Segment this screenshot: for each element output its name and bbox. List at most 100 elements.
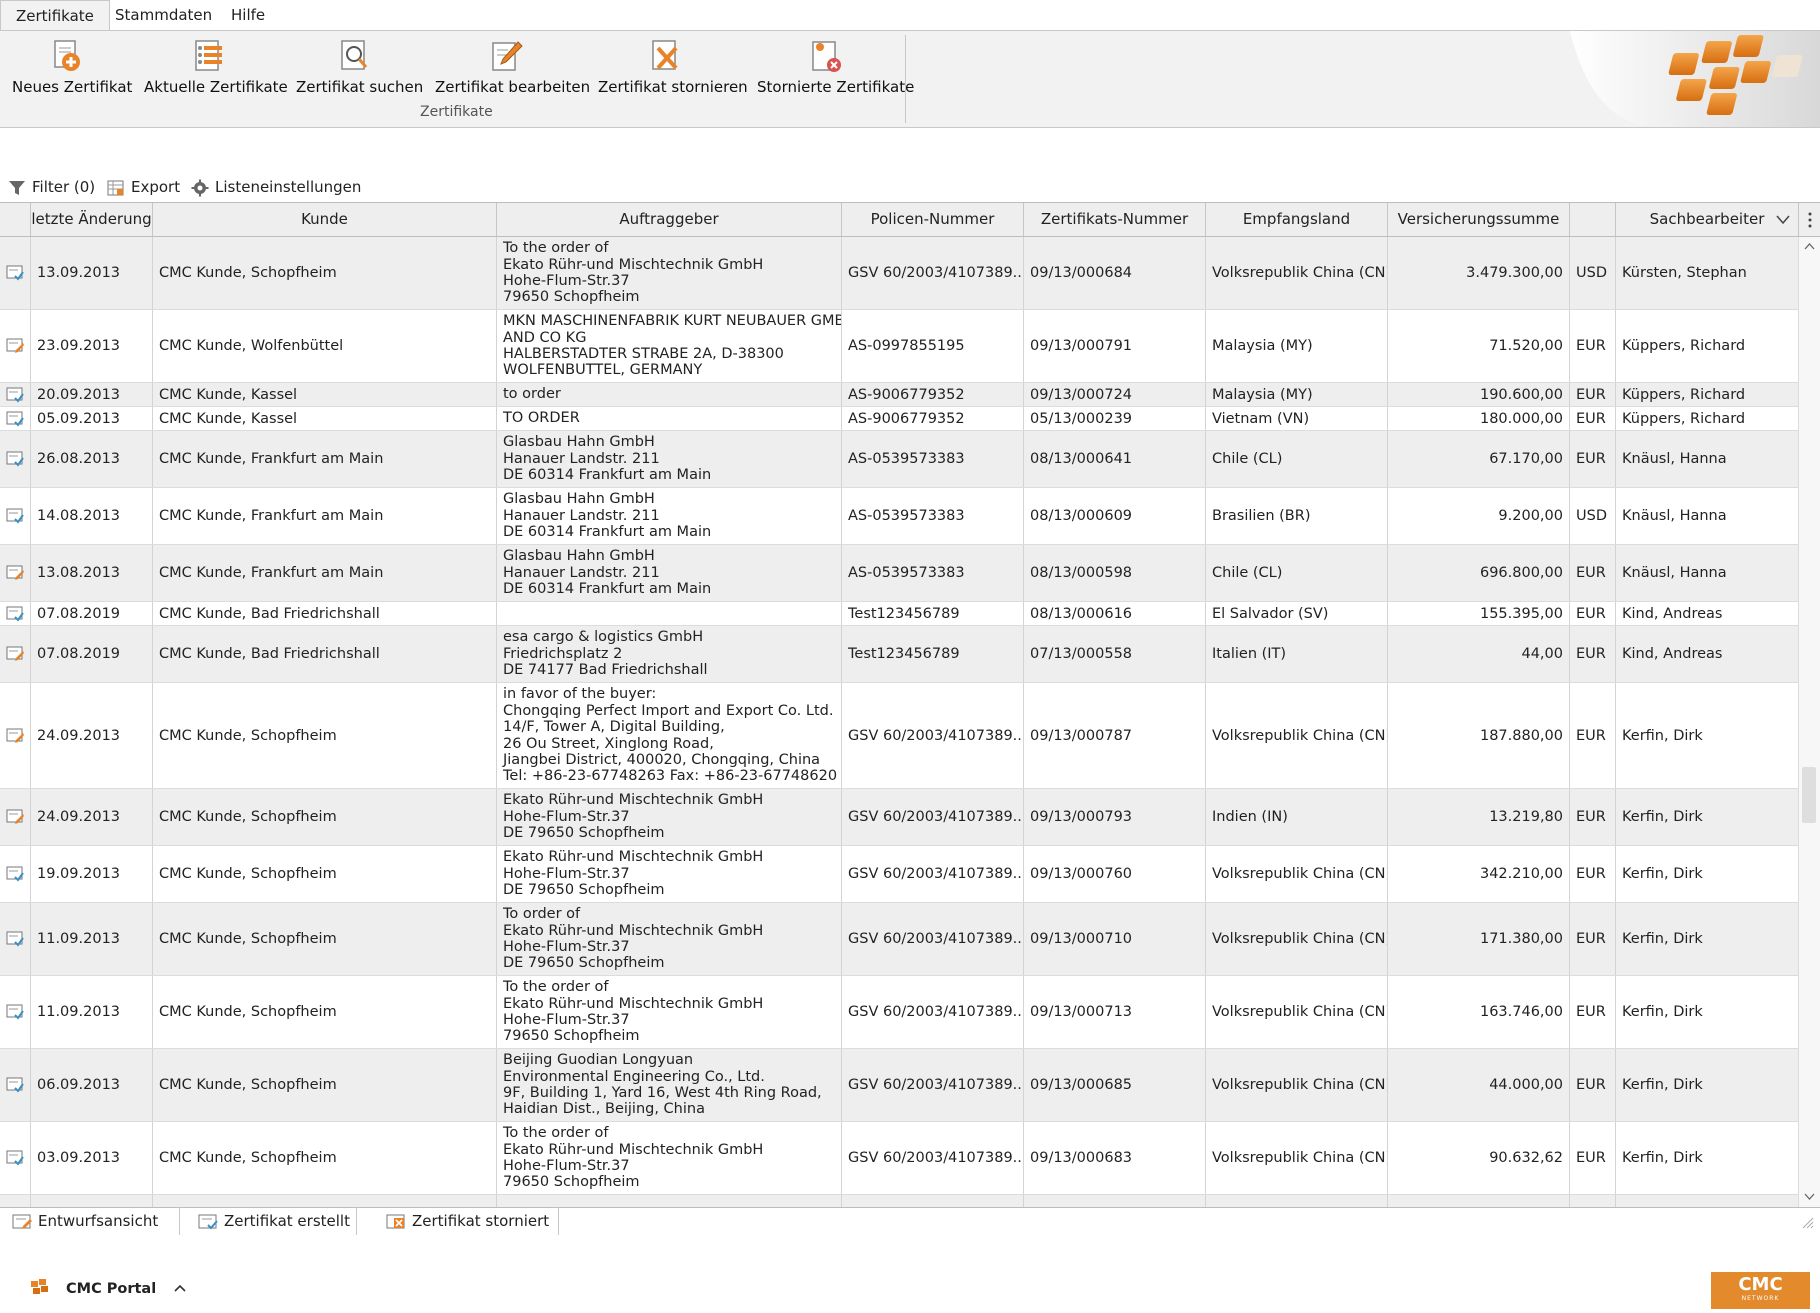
draft-icon bbox=[0, 545, 31, 601]
header-empfangsland[interactable]: Empfangsland bbox=[1206, 203, 1388, 236]
footer: CMC Portal CMC NETWORK bbox=[0, 1260, 1820, 1313]
cell-empfangsland bbox=[1206, 1195, 1388, 1207]
cell-sachbearbeiter: Knäusl, Hanna bbox=[1616, 431, 1799, 487]
table-row[interactable]: 11.09.2013 CMC Kunde, Schopfheim To order … bbox=[0, 903, 1799, 976]
cell-kunde: CMC Kunde, Frankfurt am Main bbox=[153, 488, 497, 544]
cell-kunde: CMC Kunde, Schopfheim bbox=[153, 683, 497, 788]
cell-zertifikats-nummer: 09/13/000685 bbox=[1024, 1049, 1206, 1121]
table-row[interactable]: 26.08.2013 CMC Kunde, Frankfurt am Main Gl… bbox=[0, 431, 1799, 488]
cell-sachbearbeiter: Kerfin, Dirk bbox=[1616, 789, 1799, 845]
legend-entwurfsansicht[interactable]: Entwurfsansicht bbox=[0, 1207, 180, 1235]
cell-kunde: CMC Kunde, Schopfheim bbox=[153, 976, 497, 1048]
cell-versicherungssumme: 190.600,00 bbox=[1388, 383, 1570, 406]
header-sachbearbeiter-label: Sachbearbeiter bbox=[1649, 210, 1765, 228]
table-row[interactable]: 03.09.2013 CMC Kunde, Schopfheim To the or… bbox=[0, 1122, 1799, 1195]
edit-certificate-button[interactable]: Zertifikat bearbeiten bbox=[435, 34, 590, 100]
sort-chevron-down-icon[interactable] bbox=[1776, 214, 1790, 226]
cell-zertifikats-nummer: 09/13/000683 bbox=[1024, 1122, 1206, 1194]
new-certificate-button[interactable]: Neues Zertifikat bbox=[12, 34, 132, 100]
cell-waehrung: EUR bbox=[1570, 431, 1616, 487]
header-kunde[interactable]: Kunde bbox=[153, 203, 497, 236]
export-button[interactable]: Export bbox=[107, 174, 180, 200]
table-row[interactable]: 13.08.2013 CMC Kunde, Frankfurt am Main Gl… bbox=[0, 545, 1799, 602]
cell-letzte-aenderung: 06.09.2013 bbox=[31, 1049, 153, 1121]
cell-zertifikats-nummer: 07/13/000558 bbox=[1024, 626, 1206, 682]
header-letzte-aenderung[interactable]: letzte Änderung bbox=[31, 203, 153, 236]
app-name[interactable]: CMC Portal bbox=[66, 1281, 156, 1297]
cell-waehrung: EUR bbox=[1570, 683, 1616, 788]
cell-policen-nummer: GSV 60/2003/4107389... bbox=[842, 1122, 1024, 1194]
cell-letzte-aenderung: 07.08.2019 bbox=[31, 626, 153, 682]
search-certificate-button[interactable]: Zertifikat suchen bbox=[296, 34, 423, 100]
status-legend-bar: Entwurfsansicht Zertifikat erstellt Zert… bbox=[0, 1207, 1820, 1237]
created-icon bbox=[0, 488, 31, 544]
cell-zertifikats-nummer: 09/13/000684 bbox=[1024, 237, 1206, 309]
cell-sachbearbeiter: Knäusl, Hanna bbox=[1616, 488, 1799, 544]
chevron-up-icon[interactable] bbox=[173, 1283, 187, 1293]
tab-zertifikate[interactable]: Zertifikate bbox=[0, 0, 110, 31]
tab-hilfe[interactable]: Hilfe bbox=[216, 0, 280, 29]
resize-grip-icon[interactable] bbox=[1800, 1215, 1814, 1229]
table-row[interactable]: 05.09.2013 CMC Kunde, Kassel TO ORDER AS-90… bbox=[0, 407, 1799, 431]
table-row[interactable]: 14.08.2013 CMC Kunde, Frankfurt am Main Gl… bbox=[0, 488, 1799, 545]
table-row[interactable]: 06.09.2013 CMC Kunde, Schopfheim Beijing G… bbox=[0, 1049, 1799, 1122]
current-certificates-label: Aktuelle Zertifikate bbox=[144, 78, 288, 96]
cell-letzte-aenderung: 05.09.2013 bbox=[31, 407, 153, 430]
cell-waehrung: EUR bbox=[1570, 602, 1616, 625]
filter-label: Filter (0) bbox=[32, 178, 96, 196]
legend-zertifikat-storniert[interactable]: Zertifikat storniert bbox=[374, 1207, 559, 1235]
vertical-scrollbar[interactable] bbox=[1798, 237, 1820, 1207]
header-policen-nummer[interactable]: Policen-Nummer bbox=[842, 203, 1024, 236]
cell-letzte-aenderung: 24.09.2013 bbox=[31, 683, 153, 788]
table-row[interactable]: 13.09.2013 CMC Kunde, Schopfheim To the or… bbox=[0, 237, 1799, 310]
cell-versicherungssumme: 67.170,00 bbox=[1388, 431, 1570, 487]
cmc-portal-logo-icon bbox=[31, 1279, 48, 1294]
legend-entwurfsansicht-label: Entwurfsansicht bbox=[38, 1212, 159, 1230]
table-row[interactable]: To the order of bbox=[0, 1195, 1799, 1207]
table-row[interactable]: 11.09.2013 CMC Kunde, Schopfheim To the or… bbox=[0, 976, 1799, 1049]
table-row[interactable]: 07.08.2019 CMC Kunde, Bad Friedrichshall T… bbox=[0, 602, 1799, 626]
table-row[interactable]: 24.09.2013 CMC Kunde, Schopfheim Ekato Rüh… bbox=[0, 789, 1799, 846]
legend-zertifikat-erstellt[interactable]: Zertifikat erstellt bbox=[186, 1207, 357, 1235]
table-row[interactable]: 07.08.2019 CMC Kunde, Bad Friedrichshall e… bbox=[0, 626, 1799, 683]
created-icon bbox=[0, 407, 31, 430]
tab-stammdaten[interactable]: Stammdaten bbox=[100, 0, 227, 29]
draft-icon bbox=[0, 626, 31, 682]
cell-zertifikats-nummer: 09/13/000793 bbox=[1024, 789, 1206, 845]
cell-zertifikats-nummer: 08/13/000598 bbox=[1024, 545, 1206, 601]
current-certificates-button[interactable]: Aktuelle Zertifikate bbox=[144, 34, 288, 100]
cell-letzte-aenderung: 11.09.2013 bbox=[31, 976, 153, 1048]
header-waehrung[interactable] bbox=[1570, 203, 1616, 236]
cell-empfangsland: Vietnam (VN) bbox=[1206, 407, 1388, 430]
header-auftraggeber[interactable]: Auftraggeber bbox=[497, 203, 842, 236]
table-row[interactable]: 20.09.2013 CMC Kunde, Kassel to order AS-90… bbox=[0, 383, 1799, 407]
cancel-certificate-button[interactable]: Zertifikat stornieren bbox=[598, 34, 748, 100]
cell-versicherungssumme: 44,00 bbox=[1388, 626, 1570, 682]
created-icon bbox=[0, 1049, 31, 1121]
cell-auftraggeber: To order of Ekato Rühr-und Mischtechnik … bbox=[497, 903, 842, 975]
column-menu-button[interactable] bbox=[1799, 203, 1820, 236]
cell-waehrung: EUR bbox=[1570, 1122, 1616, 1194]
header-zertifikats-nummer[interactable]: Zertifikats-Nummer bbox=[1024, 203, 1206, 236]
filter-button[interactable]: Filter (0) bbox=[8, 174, 95, 200]
cell-policen-nummer bbox=[842, 1195, 1024, 1207]
header-versicherungssumme[interactable]: Versicherungssumme bbox=[1388, 203, 1570, 236]
cell-auftraggeber: Ekato Rühr-und Mischtechnik GmbH Hohe-Fl… bbox=[497, 846, 842, 902]
cell-empfangsland: Volksrepublik China (CN) bbox=[1206, 1049, 1388, 1121]
scroll-down-icon[interactable] bbox=[1799, 1189, 1820, 1205]
table-row[interactable]: 19.09.2013 CMC Kunde, Schopfheim Ekato Rüh… bbox=[0, 846, 1799, 903]
cancelled-certificates-button[interactable]: Stornierte Zertifikate bbox=[757, 34, 914, 100]
header-sachbearbeiter[interactable]: Sachbearbeiter bbox=[1616, 203, 1799, 236]
table-row[interactable]: 23.09.2013 CMC Kunde, Wolfenbüttel MKN MAS… bbox=[0, 310, 1799, 383]
new-certificate-icon bbox=[54, 40, 80, 71]
scroll-up-icon[interactable] bbox=[1799, 239, 1820, 255]
cell-versicherungssumme: 71.520,00 bbox=[1388, 310, 1570, 382]
table-row[interactable]: 24.09.2013 CMC Kunde, Schopfheim in favor … bbox=[0, 683, 1799, 789]
cell-sachbearbeiter: Küppers, Richard bbox=[1616, 407, 1799, 430]
cell-auftraggeber: Glasbau Hahn GmbH Hanauer Landstr. 211 D… bbox=[497, 545, 842, 601]
draft-icon bbox=[12, 1214, 32, 1229]
cell-waehrung bbox=[1570, 1195, 1616, 1207]
scroll-thumb[interactable] bbox=[1802, 767, 1816, 823]
cell-kunde: CMC Kunde, Schopfheim bbox=[153, 237, 497, 309]
list-settings-button[interactable]: Listeneinstellungen bbox=[191, 174, 361, 200]
